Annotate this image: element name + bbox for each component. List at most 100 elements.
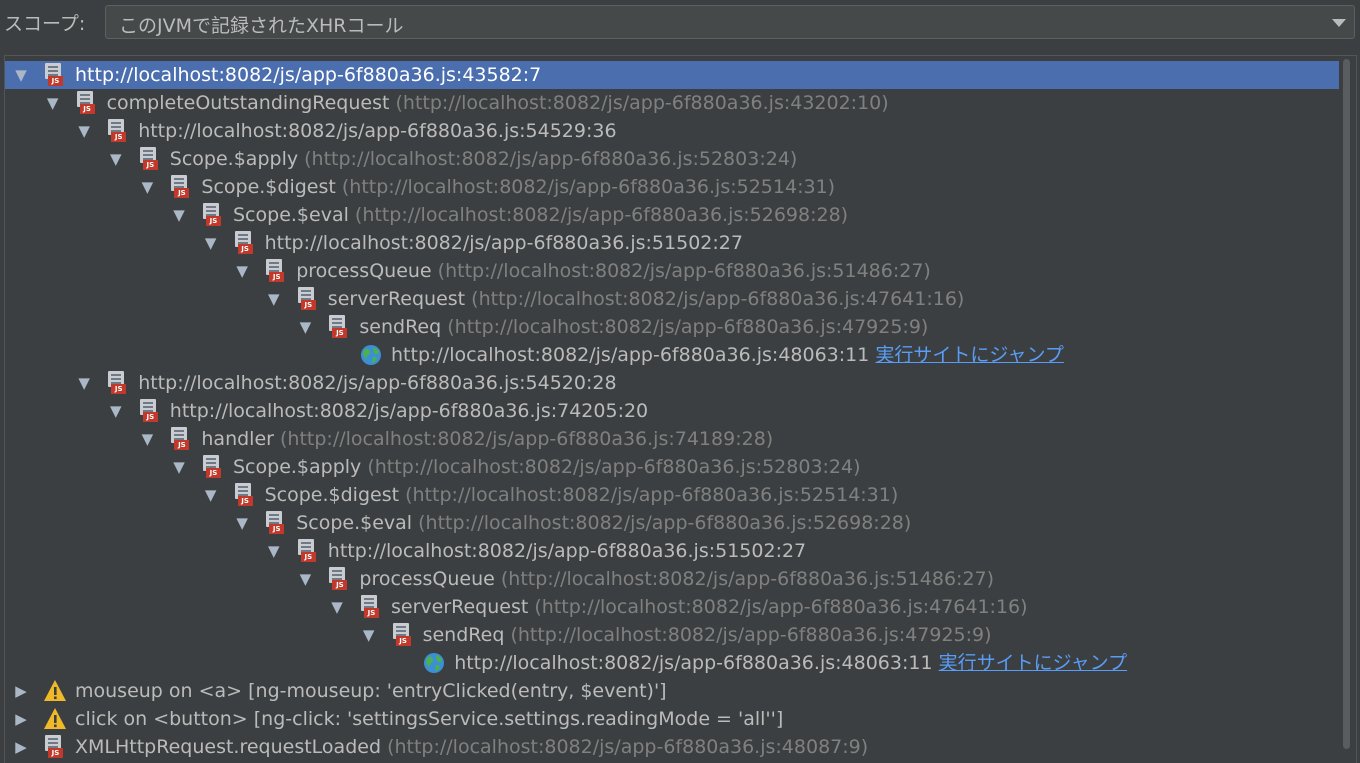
tree-row[interactable]: ▼ JS sendReq (http://localhost:8082/js/app… <box>5 621 1339 649</box>
tree-row[interactable]: ▶ JS XMLHttpRequest.requestLoaded (http://… <box>5 733 1339 761</box>
tree-row[interactable]: ▶ mouseup on <a> [ng-mouseup: 'entryClick… <box>5 677 1339 705</box>
tree-row-label: processQueue <box>296 260 432 282</box>
tree-row-content: completeOutstandingRequest (http://local… <box>107 89 889 117</box>
expand-arrow-icon[interactable]: ▼ <box>266 537 282 565</box>
tree-row-content: sendReq (http://localhost:8082/js/app-6f… <box>359 313 928 341</box>
tree-row-content: Scope.$apply (http://localhost:8082/js/a… <box>233 453 861 481</box>
globe-icon <box>422 651 445 675</box>
expand-arrow-icon[interactable]: ▼ <box>297 565 313 593</box>
expand-arrow-icon[interactable]: ▼ <box>76 369 92 397</box>
tree-row[interactable]: ▼ JS http://localhost:8082/js/app-6f880a36… <box>5 117 1339 145</box>
tree-row-content: http://localhost:8082/js/app-6f880a36.js… <box>170 397 648 425</box>
expand-arrow-icon[interactable]: ▼ <box>203 481 219 509</box>
jump-to-site-link[interactable]: 実行サイトにジャンプ <box>875 344 1063 366</box>
tree-row[interactable]: ▼ JS http://localhost:8082/js/app-6f880a36… <box>5 61 1339 89</box>
expand-arrow-icon[interactable]: ▼ <box>171 453 187 481</box>
tree-row-content: http://localhost:8082/js/app-6f880a36.js… <box>138 369 616 397</box>
tree-row-location: (http://localhost:8082/js/app-6f880a36.j… <box>437 260 931 282</box>
tree-row[interactable]: ▼ JS Scope.$digest (http://localhost:8082/… <box>5 481 1339 509</box>
tree-row[interactable]: ▼ JS http://localhost:8082/js/app-6f880a36… <box>5 369 1339 397</box>
tree-row-label: http://localhost:8082/js/app-6f880a36.js… <box>391 344 870 366</box>
expand-arrow-icon[interactable]: ▼ <box>13 61 29 89</box>
tree-row-label: http://localhost:8082/js/app-6f880a36.js… <box>454 652 933 674</box>
collapse-arrow-icon[interactable]: ▶ <box>13 733 29 761</box>
expand-arrow-icon[interactable]: ▼ <box>108 397 124 425</box>
expand-arrow-icon[interactable]: ▼ <box>266 285 282 313</box>
tree-row-content: http://localhost:8082/js/app-6f880a36.js… <box>265 229 743 257</box>
tree-row[interactable]: http://localhost:8082/js/app-6f880a36.js… <box>5 649 1339 677</box>
call-tree[interactable]: ▼ JS http://localhost:8082/js/app-6f880a36… <box>4 55 1357 763</box>
expand-arrow-icon[interactable]: ▼ <box>76 117 92 145</box>
tree-row[interactable]: ▼ JS Scope.$apply (http://localhost:8082/j… <box>5 453 1339 481</box>
tree-row[interactable]: ▼ JS processQueue (http://localhost:8082/j… <box>5 257 1339 285</box>
expand-arrow-icon[interactable]: ▼ <box>45 89 61 117</box>
js-file-icon: JS <box>43 735 65 759</box>
tree-row[interactable]: ▼ JS handler (http://localhost:8082/js/app… <box>5 425 1339 453</box>
tree-row-location: (http://localhost:8082/js/app-6f880a36.j… <box>387 736 869 758</box>
tree-row-label: http://localhost:8082/js/app-6f880a36.js… <box>327 540 807 562</box>
tree-row-label: sendReq <box>422 624 505 646</box>
tree-row-location: (http://localhost:8082/js/app-6f880a36.j… <box>447 316 929 338</box>
tree-row-label: Scope.$apply <box>169 148 299 170</box>
expand-arrow-icon[interactable]: ▼ <box>329 593 345 621</box>
expand-arrow-icon[interactable]: ▼ <box>203 229 219 257</box>
tree-row[interactable]: ▼ JS Scope.$eval (http://localhost:8082/js… <box>5 201 1339 229</box>
tree-row[interactable]: ▼ JS Scope.$apply (http://localhost:8082/j… <box>5 145 1339 173</box>
scope-dropdown[interactable]: このJVMで記録されたXHRコール <box>105 5 1355 39</box>
warning-icon <box>43 707 66 731</box>
expand-arrow-icon[interactable]: ▼ <box>139 425 155 453</box>
tree-row[interactable]: ▼ JS serverRequest (http://localhost:8082/… <box>5 285 1339 313</box>
expand-arrow-icon[interactable]: ▼ <box>171 201 187 229</box>
expand-arrow-icon[interactable]: ▼ <box>297 313 313 341</box>
tree-row[interactable]: ▼ JS Scope.$eval (http://localhost:8082/js… <box>5 509 1339 537</box>
tree-row-location: (http://localhost:8082/js/app-6f880a36.j… <box>534 596 1028 618</box>
tree-row-content: serverRequest (http://localhost:8082/js/… <box>328 285 965 313</box>
js-file-icon: JS <box>359 595 381 619</box>
tree-row[interactable]: ▼ JS sendReq (http://localhost:8082/js/app… <box>5 313 1339 341</box>
tree-row[interactable]: http://localhost:8082/js/app-6f880a36.js… <box>5 341 1339 369</box>
tree-row-label: mouseup on <a> [ng-mouseup: 'entryClicke… <box>75 680 667 702</box>
expand-arrow-icon[interactable]: ▼ <box>139 173 155 201</box>
tree-row[interactable]: ▶ click on <button> [ng-click: 'settingsS… <box>5 705 1339 733</box>
tree-row-content: click on <button> [ng-click: 'settingsSe… <box>75 705 783 733</box>
collapse-arrow-icon[interactable]: ▶ <box>13 705 29 733</box>
tree-row-location: (http://localhost:8082/js/app-6f880a36.j… <box>354 204 849 226</box>
tree-row-label: Scope.$digest <box>264 484 400 506</box>
tree-row-location: (http://localhost:8082/js/app-6f880a36.j… <box>280 428 774 450</box>
chevron-down-icon[interactable] <box>1332 19 1346 27</box>
jump-to-site-link[interactable]: 実行サイトにジャンプ <box>939 652 1127 674</box>
js-file-icon: JS <box>201 455 223 479</box>
tree-row-content: http://localhost:8082/js/app-6f880a36.js… <box>138 117 616 145</box>
tree-row-location: (http://localhost:8082/js/app-6f880a36.j… <box>471 288 965 310</box>
tree-row-content: processQueue (http://localhost:8082/js/a… <box>296 257 931 285</box>
tree-row-content: http://localhost:8082/js/app-6f880a36.js… <box>328 537 806 565</box>
tree-row-content: Scope.$eval (http://localhost:8082/js/ap… <box>296 509 911 537</box>
tree-row[interactable]: ▼ JS serverRequest (http://localhost:8082/… <box>5 593 1339 621</box>
js-file-icon: JS <box>296 287 318 311</box>
scrollbar-thumb[interactable] <box>1343 59 1350 749</box>
tree-row-label: http://localhost:8082/js/app-6f880a36.js… <box>264 232 743 254</box>
expand-arrow-icon[interactable]: ▼ <box>361 621 377 649</box>
tree-row-location: (http://localhost:8082/js/app-6f880a36.j… <box>304 148 798 170</box>
vertical-scrollbar[interactable] <box>1340 57 1354 763</box>
tree-row[interactable]: ▼ JS http://localhost:8082/js/app-6f880a36… <box>5 397 1339 425</box>
tree-row[interactable]: ▼ JS Scope.$digest (http://localhost:8082/… <box>5 173 1339 201</box>
warning-icon <box>43 679 66 703</box>
tree-row[interactable]: ▼ JS http://localhost:8082/js/app-6f880a36… <box>5 229 1339 257</box>
expand-arrow-icon[interactable]: ▼ <box>108 145 124 173</box>
tree-row[interactable]: ▼ JS completeOutstandingRequest (http://lo… <box>5 89 1339 117</box>
js-file-icon: JS <box>43 63 65 87</box>
js-file-icon: JS <box>391 623 413 647</box>
tree-row-label: handler <box>201 428 274 450</box>
scope-label: スコープ: <box>4 13 86 35</box>
expand-arrow-icon[interactable]: ▼ <box>234 257 250 285</box>
tree-row[interactable]: ▼ JS processQueue (http://localhost:8082/j… <box>5 565 1339 593</box>
collapse-arrow-icon[interactable]: ▶ <box>13 677 29 705</box>
tree-row-label: http://localhost:8082/js/app-6f880a36.js… <box>138 120 617 142</box>
tree-row-label: http://localhost:8082/js/app-6f880a36.js… <box>75 64 542 86</box>
expand-arrow-icon[interactable]: ▼ <box>234 509 250 537</box>
js-file-icon: JS <box>201 203 223 227</box>
tree-row-label: Scope.$eval <box>296 512 413 534</box>
tree-row-content: Scope.$apply (http://localhost:8082/js/a… <box>170 145 798 173</box>
tree-row[interactable]: ▼ JS http://localhost:8082/js/app-6f880a36… <box>5 537 1339 565</box>
